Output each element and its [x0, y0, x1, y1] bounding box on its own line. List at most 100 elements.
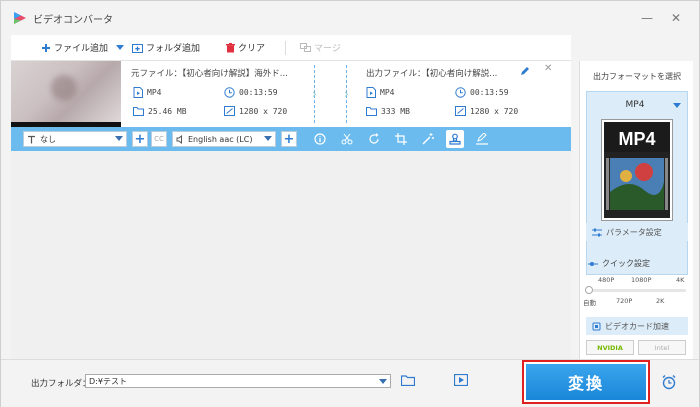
chevron-down-icon — [115, 136, 123, 141]
video-file-icon — [133, 87, 143, 98]
output-format-panel: 出力フォーマットを選択 MP4 MP4 パラメータ設定 クイック設定 480P … — [579, 61, 693, 359]
add-folder-button[interactable]: フォルダ追加 — [126, 35, 206, 61]
speaker-icon — [176, 134, 182, 144]
magic-wand-icon — [422, 133, 434, 145]
bottom-bar: 出力フォルダ： D:¥テスト 変換 — [1, 359, 699, 407]
add-folder-label: フォルダ追加 — [146, 44, 201, 54]
clear-label: クリア — [238, 44, 266, 54]
convert-label: 変換 — [526, 364, 646, 400]
edit-toolbar: なし + CC English aac (LC) + — [11, 127, 571, 151]
subtitle-select[interactable]: なし — [23, 131, 127, 147]
quality-label: 4K — [676, 276, 685, 284]
plus-icon: + — [134, 131, 146, 147]
quality-label: 480P — [598, 276, 615, 284]
close-icon[interactable]: ✕ — [671, 11, 681, 25]
window-title: ビデオコンバータ — [33, 14, 113, 26]
pen-underline-icon — [476, 133, 488, 145]
audio-track-select[interactable]: English aac (LC) — [172, 131, 276, 147]
selected-format: MP4 — [625, 100, 645, 110]
quality-label: 720P — [616, 297, 633, 305]
source-resolution: 1280 x 720 — [224, 106, 287, 116]
file-list-area: 元ファイル：【初心者向け解説】海外ド... MP4 00:13:59 25.46… — [11, 61, 571, 359]
nvidia-badge[interactable]: NVIDIA — [586, 340, 634, 355]
file-item[interactable]: 元ファイル：【初心者向け解説】海外ド... MP4 00:13:59 25.46… — [11, 61, 571, 127]
add-file-dropdown[interactable] — [114, 35, 126, 61]
edit-filename-icon[interactable] — [520, 66, 530, 79]
arrow-right-icon: › — [344, 87, 349, 101]
resolution-icon — [224, 106, 235, 116]
info-icon — [314, 133, 326, 145]
arrow-right-icon: › — [312, 87, 317, 101]
output-duration: 00:13:59 — [455, 87, 509, 98]
plus-icon: + — [283, 131, 295, 147]
rotate-icon — [369, 133, 379, 144]
quality-label: 1080P — [631, 276, 652, 284]
chevron-down-icon — [116, 44, 125, 50]
chevron-down-icon — [673, 103, 681, 108]
folder-icon — [366, 106, 377, 116]
gpu-acceleration-toggle[interactable]: ビデオカード加速 — [586, 317, 688, 335]
intel-badge[interactable]: Intel — [638, 340, 686, 355]
minimize-icon[interactable]: — — [641, 11, 653, 25]
quick-settings-heading: クイック設定 — [588, 258, 650, 269]
output-file-name: 出力ファイル：【初心者向け解説... — [366, 69, 498, 79]
merge-label: マージ — [314, 44, 341, 54]
quality-slider-track[interactable] — [588, 289, 686, 292]
add-file-button[interactable]: ファイル追加 — [11, 35, 114, 61]
format-selector[interactable]: MP4 MP4 — [586, 91, 688, 275]
subtitle-cc-button[interactable]: CC — [151, 131, 167, 147]
browse-folder-icon[interactable] — [400, 374, 416, 389]
add-audio-button[interactable]: + — [281, 131, 297, 147]
merge-button[interactable]: マージ — [294, 35, 347, 61]
clock-icon — [224, 87, 235, 98]
add-subtitle-button[interactable]: + — [132, 131, 148, 147]
rotate-button[interactable] — [365, 130, 383, 148]
source-duration: 00:13:59 — [224, 87, 278, 98]
cc-icon: CC — [154, 135, 164, 143]
output-resolution: 1280 x 720 — [455, 106, 518, 116]
info-button[interactable] — [311, 130, 329, 148]
quality-slider-knob[interactable] — [585, 286, 593, 294]
alarm-clock-icon[interactable] — [661, 374, 677, 393]
video-file-icon — [366, 87, 376, 98]
text-icon — [28, 135, 35, 143]
app-window: ビデオコンバータ — ✕ ファイル追加 フォルダ追加 クリア マージ 元ファイル… — [0, 0, 700, 407]
sliders-icon — [592, 228, 602, 237]
chevron-down-icon — [379, 379, 387, 384]
watermark-button[interactable] — [446, 130, 464, 148]
merge-icon — [300, 43, 312, 52]
scissors-icon — [341, 133, 353, 145]
slider-icon — [588, 261, 598, 267]
output-size: 333 MB — [366, 106, 410, 116]
parameter-settings-button[interactable]: パラメータ設定 — [586, 223, 688, 241]
source-format: MP4 — [133, 87, 161, 98]
output-folder-input[interactable]: D:¥テスト — [85, 374, 391, 388]
watermark-stamp-icon — [449, 133, 461, 145]
clear-button[interactable]: クリア — [220, 35, 271, 61]
crop-button[interactable] — [392, 130, 410, 148]
title-bar: ビデオコンバータ — ✕ — [1, 1, 699, 35]
convert-button[interactable]: 変換 — [522, 360, 650, 404]
resolution-icon — [455, 106, 466, 116]
output-format: MP4 — [366, 87, 394, 98]
quality-label: 2K — [656, 297, 665, 305]
svg-text:MP4: MP4 — [618, 129, 655, 149]
subtitle-edit-button[interactable] — [473, 130, 491, 148]
remove-item-icon[interactable]: ✕ — [544, 63, 552, 74]
plus-icon — [41, 43, 51, 53]
clock-icon — [455, 87, 466, 98]
quality-label: 自動 — [583, 299, 596, 307]
add-file-label: ファイル追加 — [54, 44, 109, 54]
effects-button[interactable] — [419, 130, 437, 148]
gpu-chip-icon — [592, 322, 601, 331]
format-panel-heading: 出力フォーマットを選択 — [593, 72, 681, 81]
cut-button[interactable] — [338, 130, 356, 148]
video-thumbnail[interactable] — [11, 61, 121, 127]
toolbar-divider — [285, 40, 287, 55]
toolbar: ファイル追加 フォルダ追加 クリア マージ — [11, 35, 571, 61]
source-file-name: 元ファイル：【初心者向け解説】海外ド... — [131, 69, 288, 79]
open-output-folder-icon[interactable] — [453, 373, 469, 389]
chevron-down-icon — [264, 136, 272, 141]
folder-icon — [133, 106, 144, 116]
crop-icon — [395, 133, 407, 145]
